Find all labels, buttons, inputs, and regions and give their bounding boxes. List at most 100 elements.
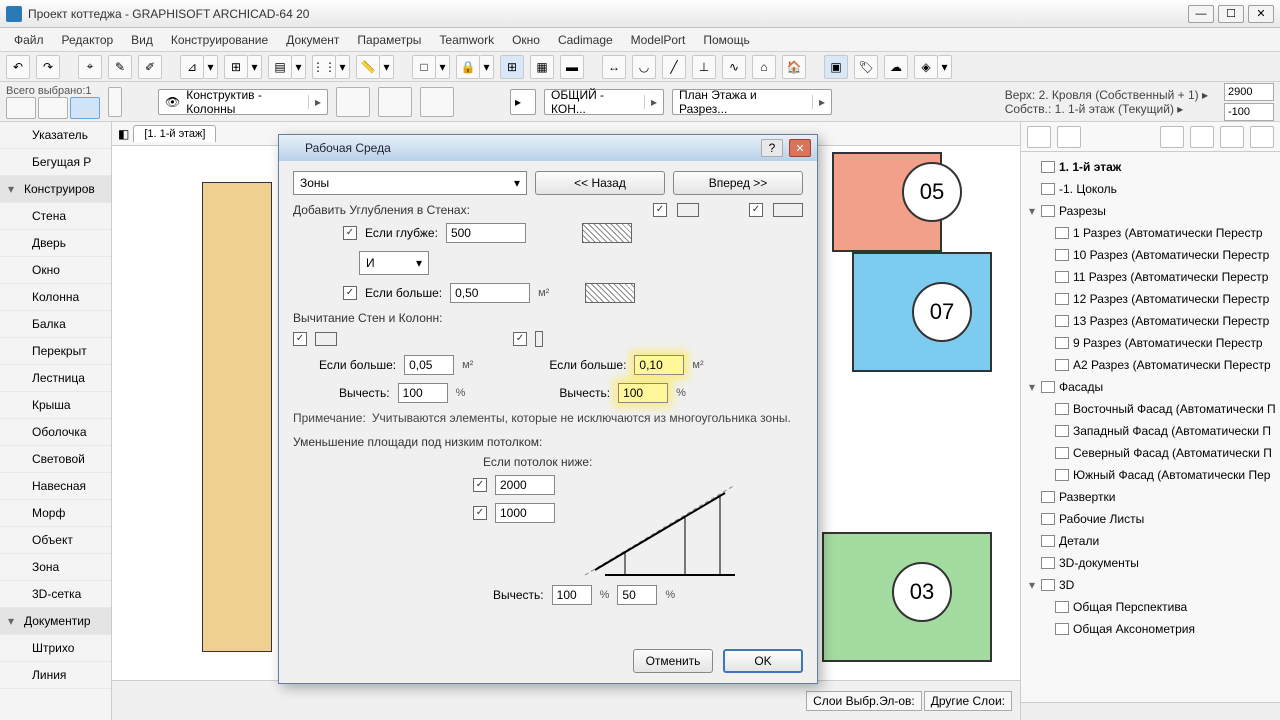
tree-item[interactable]: Западный Фасад (Автоматически П bbox=[1023, 420, 1278, 442]
wall-subtract-input[interactable] bbox=[398, 383, 448, 403]
nav-view-icon[interactable] bbox=[1027, 126, 1051, 148]
tree-item[interactable]: ▾3D bbox=[1023, 574, 1278, 596]
menu-cadimage[interactable]: Cadimage bbox=[550, 31, 621, 49]
layers-icon[interactable]: ▤ bbox=[268, 55, 292, 79]
house-icon[interactable]: 🏠 bbox=[782, 55, 806, 79]
ceiling-sub2-input[interactable] bbox=[617, 585, 657, 605]
ceiling-h1-input[interactable] bbox=[495, 475, 555, 495]
deeper-input[interactable] bbox=[446, 223, 526, 243]
deeper-checkbox[interactable] bbox=[343, 226, 357, 240]
measure-icon[interactable]: ↔ bbox=[602, 55, 626, 79]
nav-paste-icon[interactable] bbox=[1220, 126, 1244, 148]
tree-item[interactable]: 10 Разрез (Автоматически Перестр bbox=[1023, 244, 1278, 266]
tool-btn-c[interactable] bbox=[420, 87, 454, 117]
dropdown-icon[interactable]: ▾ bbox=[380, 55, 394, 79]
toolbox-item[interactable]: Навесная bbox=[0, 473, 111, 500]
ok-button[interactable]: OK bbox=[723, 649, 803, 673]
tree-item[interactable]: -1. Цоколь bbox=[1023, 178, 1278, 200]
tag-icon[interactable]: 🏷 bbox=[854, 55, 878, 79]
box-icon[interactable]: □ bbox=[412, 55, 436, 79]
layer-combo[interactable]: 👁 Конструктив - Колонны ▸ bbox=[158, 89, 328, 115]
slider-handle[interactable] bbox=[108, 87, 122, 117]
scrollbar[interactable] bbox=[1021, 702, 1280, 720]
arc-icon[interactable]: ◡ bbox=[632, 55, 656, 79]
recess-type2-checkbox[interactable] bbox=[749, 203, 763, 217]
tree-item[interactable]: Детали bbox=[1023, 530, 1278, 552]
toolbox-item[interactable]: Указатель bbox=[0, 122, 111, 149]
tree-item[interactable]: 3D-документы bbox=[1023, 552, 1278, 574]
tree-item[interactable]: Общая Аксонометрия bbox=[1023, 618, 1278, 640]
tool-btn-a[interactable] bbox=[336, 87, 370, 117]
nav-copy-icon[interactable] bbox=[1190, 126, 1214, 148]
help-button[interactable]: ? bbox=[761, 139, 783, 157]
ruler-icon[interactable]: 📏 bbox=[356, 55, 380, 79]
tree-item[interactable]: А2 Разрез (Автоматически Перестр bbox=[1023, 354, 1278, 376]
category-dropdown[interactable]: Зоны ▾ bbox=[293, 171, 527, 195]
toolbox-item[interactable]: Морф bbox=[0, 500, 111, 527]
dropdown-icon[interactable]: ▾ bbox=[938, 55, 952, 79]
hatch-icon[interactable]: ▦ bbox=[530, 55, 554, 79]
tree-item[interactable]: 11 Разрез (Автоматически Перестр bbox=[1023, 266, 1278, 288]
close-button[interactable]: ✕ bbox=[1248, 5, 1274, 23]
forward-button[interactable]: Вперед >> bbox=[673, 171, 803, 195]
expand-icon[interactable]: ▾ bbox=[1027, 204, 1037, 218]
ceiling-h2-checkbox[interactable] bbox=[473, 506, 487, 520]
close-button[interactable]: ✕ bbox=[789, 139, 811, 157]
subtract-walls-checkbox[interactable] bbox=[293, 332, 307, 346]
mode-btn-1[interactable] bbox=[6, 97, 36, 119]
undo-icon[interactable]: ↶ bbox=[6, 55, 30, 79]
toolbox-item[interactable]: Балка bbox=[0, 311, 111, 338]
line-icon[interactable]: ╱ bbox=[662, 55, 686, 79]
menu-window[interactable]: Окно bbox=[504, 31, 548, 49]
tree-item[interactable]: Южный Фасад (Автоматически Пер bbox=[1023, 464, 1278, 486]
height-bottom-input[interactable] bbox=[1224, 103, 1274, 121]
mode-btn-2[interactable] bbox=[38, 97, 68, 119]
menu-teamwork[interactable]: Teamwork bbox=[431, 31, 502, 49]
lock-icon[interactable]: 🔒 bbox=[456, 55, 480, 79]
profile-combo[interactable]: ОБЩИЙ - КОН... ▸ bbox=[544, 89, 664, 115]
dropdown-icon[interactable]: ▾ bbox=[480, 55, 494, 79]
menu-editor[interactable]: Редактор bbox=[54, 31, 122, 49]
nav-view-icon[interactable] bbox=[1057, 126, 1081, 148]
menu-construct[interactable]: Конструирование bbox=[163, 31, 276, 49]
wall-bigger-input[interactable] bbox=[404, 355, 454, 375]
dim-icon[interactable]: ⊥ bbox=[692, 55, 716, 79]
tree-item[interactable]: 1. 1-й этаж bbox=[1023, 156, 1278, 178]
menu-params[interactable]: Параметры bbox=[349, 31, 429, 49]
tree-item[interactable]: Общая Перспектива bbox=[1023, 596, 1278, 618]
toolbox-item[interactable]: Оболочка bbox=[0, 419, 111, 446]
tree-item[interactable]: Северный Фасад (Автоматически П bbox=[1023, 442, 1278, 464]
tree-item[interactable]: Рабочие Листы bbox=[1023, 508, 1278, 530]
tab-nav-icon[interactable]: ◧ bbox=[118, 127, 129, 141]
tree-item[interactable]: 1 Разрез (Автоматически Перестр bbox=[1023, 222, 1278, 244]
toolbox-item[interactable]: Зона bbox=[0, 554, 111, 581]
toolbox-item[interactable]: Колонна bbox=[0, 284, 111, 311]
eyedropper-icon[interactable]: ⌖ bbox=[78, 55, 102, 79]
ceiling-h2-input[interactable] bbox=[495, 503, 555, 523]
dropdown-icon[interactable]: ▾ bbox=[336, 55, 350, 79]
toolbox-item[interactable]: Окно bbox=[0, 257, 111, 284]
brush-icon[interactable]: ✐ bbox=[138, 55, 162, 79]
dialog-titlebar[interactable]: Рабочая Среда ? ✕ bbox=[279, 135, 817, 161]
bigger-checkbox[interactable] bbox=[343, 286, 357, 300]
height-top-input[interactable] bbox=[1224, 83, 1274, 101]
curve-icon[interactable]: ∿ bbox=[722, 55, 746, 79]
expand-icon[interactable]: ▾ bbox=[1027, 380, 1037, 394]
menu-document[interactable]: Документ bbox=[278, 31, 347, 49]
cancel-button[interactable]: Отменить bbox=[633, 649, 713, 673]
redo-icon[interactable]: ↷ bbox=[36, 55, 60, 79]
menu-file[interactable]: Файл bbox=[6, 31, 52, 49]
toolbox-item[interactable]: Световой bbox=[0, 446, 111, 473]
view-mode[interactable]: ▸ bbox=[510, 89, 536, 115]
dropdown-icon[interactable]: ▾ bbox=[248, 55, 262, 79]
toolbox-item[interactable]: Стена bbox=[0, 203, 111, 230]
tab-floor[interactable]: [1. 1-й этаж] bbox=[133, 125, 216, 142]
toolbox-item[interactable]: Лестница bbox=[0, 365, 111, 392]
tree-item[interactable]: 9 Разрез (Автоматически Перестр bbox=[1023, 332, 1278, 354]
menu-modelport[interactable]: ModelPort bbox=[623, 31, 694, 49]
tree-item[interactable]: Восточный Фасад (Автоматически П bbox=[1023, 398, 1278, 420]
cloud-icon[interactable]: ☁ bbox=[884, 55, 908, 79]
view-combo[interactable]: План Этажа и Разрез... ▸ bbox=[672, 89, 832, 115]
toolbox-item[interactable]: Крыша bbox=[0, 392, 111, 419]
syringe-icon[interactable]: ✎ bbox=[108, 55, 132, 79]
